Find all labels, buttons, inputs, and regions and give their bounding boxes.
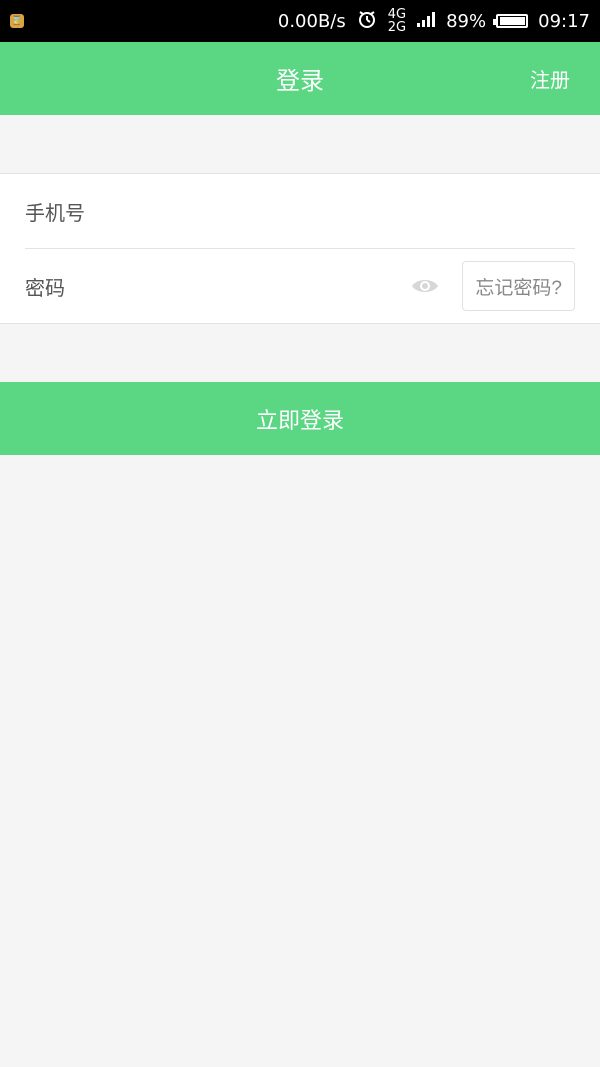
top-spacer: [0, 115, 600, 173]
register-link[interactable]: 注册: [530, 64, 570, 93]
password-row: 密码 忘记密码?: [0, 248, 600, 324]
battery-level: [500, 17, 526, 25]
login-button[interactable]: 立即登录: [0, 382, 600, 455]
signal-bars-icon: [416, 10, 436, 33]
forgot-password-button[interactable]: 忘记密码?: [462, 261, 575, 311]
password-label: 密码: [25, 275, 65, 300]
status-right: 0.00B/s 4G 2G 89% 09:17: [278, 8, 590, 35]
phone-row: 手机号: [0, 173, 600, 249]
alarm-icon: [356, 8, 378, 35]
battery-icon: [493, 14, 529, 28]
app-notification-icon: ⌛: [10, 14, 24, 28]
phone-label: 手机号: [25, 200, 85, 225]
page-title: 登录: [276, 67, 324, 95]
network-type-bottom: 2G: [387, 20, 407, 35]
login-form: 手机号 密码 忘记密码?: [0, 173, 600, 324]
status-left: ⌛: [10, 14, 24, 28]
middle-spacer: [0, 324, 600, 382]
clock: 09:17: [538, 10, 590, 32]
navbar: 登录 注册: [0, 42, 600, 115]
show-password-icon[interactable]: [410, 276, 440, 296]
app-notification-glyph: ⌛: [11, 16, 23, 26]
phone-input[interactable]: [105, 173, 575, 249]
network-speed: 0.00B/s: [277, 10, 346, 32]
battery-percent: 89%: [446, 10, 487, 32]
status-bar: ⌛ 0.00B/s 4G 2G 89% 09:17: [0, 0, 600, 42]
password-input[interactable]: [105, 248, 411, 324]
signal-type-icon: 4G 2G: [388, 8, 406, 34]
